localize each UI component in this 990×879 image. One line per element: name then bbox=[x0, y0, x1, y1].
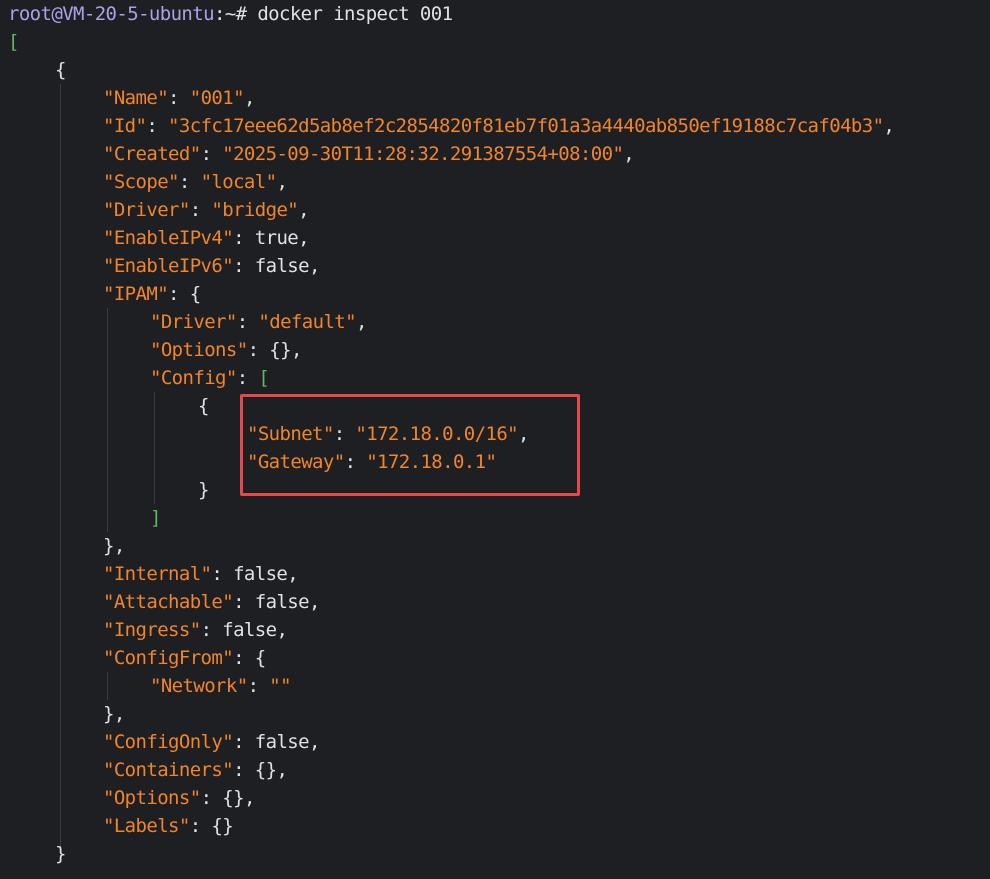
indent-guide bbox=[107, 672, 108, 700]
indent-guide bbox=[60, 84, 61, 848]
terminal-window[interactable]: root@VM-20-5-ubuntu:~# docker inspect 00… bbox=[0, 0, 990, 879]
json-config-open-object: { bbox=[198, 395, 209, 417]
indent-guide bbox=[107, 308, 108, 532]
json-ipam-close: }, bbox=[103, 535, 125, 557]
json-field-enable-ipv6: "EnableIPv6": false, bbox=[103, 255, 320, 277]
json-field-created: "Created": "2025-09-30T11:28:32.29138755… bbox=[103, 143, 635, 165]
json-field-id: "Id": "3cfc17eee62d5ab8ef2c2854820f81eb7… bbox=[103, 115, 895, 137]
json-open-array: [ bbox=[8, 31, 19, 53]
json-field-ipam: "IPAM": { bbox=[103, 283, 201, 305]
prompt-line: root@VM-20-5-ubuntu:~# docker inspect 00… bbox=[8, 0, 453, 28]
json-field-internal: "Internal": false, bbox=[103, 563, 299, 585]
json-field-enable-ipv4: "EnableIPv4": true, bbox=[103, 227, 310, 249]
json-field-network: "Network": "" bbox=[150, 675, 292, 697]
json-field-attachable: "Attachable": false, bbox=[103, 591, 320, 613]
json-field-options: "Options": {}, bbox=[103, 787, 255, 809]
prompt-path: :~# bbox=[213, 3, 247, 25]
json-field-containers: "Containers": {}, bbox=[103, 759, 288, 781]
json-field-name: "Name": "001", bbox=[103, 87, 255, 109]
json-field-ingress: "Ingress": false, bbox=[103, 619, 288, 641]
json-field-config-only: "ConfigOnly": false, bbox=[103, 731, 320, 753]
json-config-close-array: ] bbox=[150, 507, 161, 529]
json-field-ipam-options: "Options": {}, bbox=[150, 339, 302, 361]
json-field-scope: "Scope": "local", bbox=[103, 171, 288, 193]
json-config-close-object: } bbox=[198, 479, 209, 501]
json-field-ipam-config: "Config": [ bbox=[150, 367, 270, 389]
json-config-from-close: }, bbox=[103, 703, 125, 725]
json-field-gateway: "Gateway": "172.18.0.1" bbox=[247, 451, 497, 473]
json-field-driver: "Driver": "bridge", bbox=[103, 199, 310, 221]
json-field-subnet: "Subnet": "172.18.0.0/16", bbox=[247, 423, 529, 445]
json-open-object: { bbox=[55, 59, 66, 81]
json-field-ipam-driver: "Driver": "default", bbox=[150, 311, 367, 333]
prompt-command: docker inspect 001 bbox=[257, 3, 453, 25]
json-close-object: } bbox=[55, 843, 66, 865]
json-field-labels: "Labels": {} bbox=[103, 815, 234, 837]
json-field-config-from: "ConfigFrom": { bbox=[103, 647, 266, 669]
indent-guide bbox=[154, 392, 155, 504]
prompt-user-host: root@VM-20-5-ubuntu bbox=[8, 3, 215, 25]
